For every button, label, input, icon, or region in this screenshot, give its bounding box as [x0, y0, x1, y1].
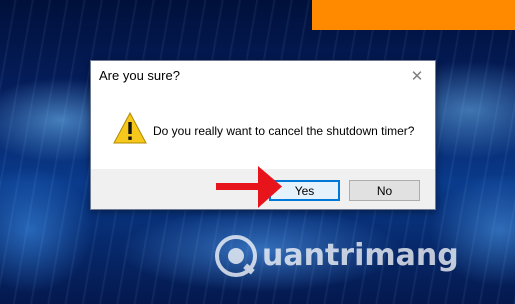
watermark: uantrimang [214, 232, 459, 284]
warning-icon [113, 112, 147, 144]
orange-banner [312, 0, 515, 30]
close-icon: ✕ [410, 68, 424, 85]
no-button[interactable]: No [349, 180, 420, 201]
red-arrow-icon [216, 166, 282, 208]
dialog-titlebar: Are you sure? ✕ [91, 61, 435, 91]
dialog-content: Do you really want to cancel the shutdow… [91, 91, 435, 169]
watermark-text: uantrimang [262, 238, 459, 273]
dialog-title: Are you sure? [99, 68, 180, 83]
dialog-message: Do you really want to cancel the shutdow… [153, 124, 415, 138]
watermark-logo-icon [215, 235, 257, 277]
close-button[interactable]: ✕ [405, 65, 429, 87]
